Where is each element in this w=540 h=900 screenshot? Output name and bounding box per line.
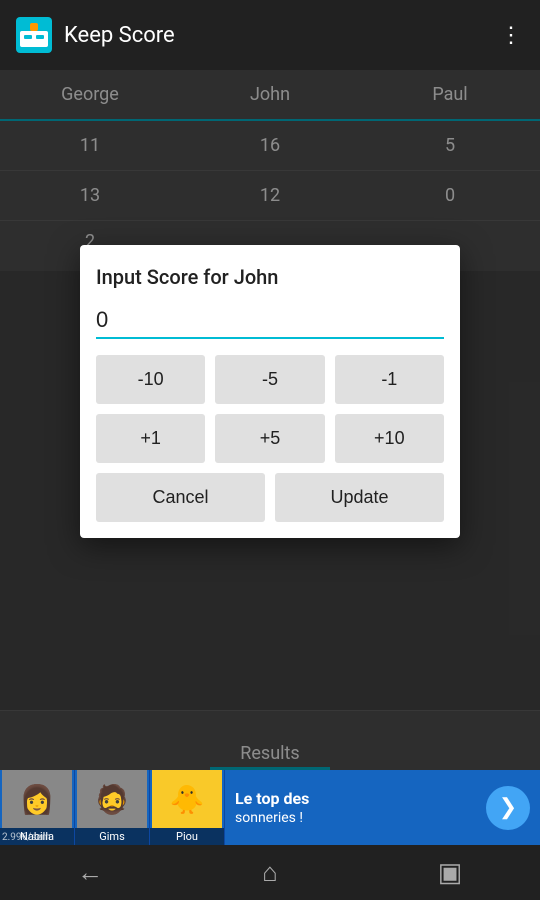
ad-price-text: 2.99€/sem (2, 832, 50, 843)
piou-face-icon: 🐥 (152, 770, 222, 828)
minus-1-button[interactable]: -1 (335, 355, 444, 404)
gims-label: Gims (75, 828, 149, 845)
ad-sub-text: sonneries ! (235, 810, 476, 826)
update-button[interactable]: Update (275, 473, 444, 522)
cancel-button[interactable]: Cancel (96, 473, 265, 522)
app-title: Keep Score (64, 23, 175, 48)
ad-arrow-button[interactable]: ❯ (486, 786, 530, 830)
ad-main-text: Le top des (235, 789, 476, 810)
gims-face-icon: 🧔 (77, 770, 147, 828)
score-input[interactable] (96, 303, 444, 339)
ad-arrow-icon: ❯ (499, 795, 517, 820)
increment-buttons-row: +1 +5 +10 (96, 414, 444, 463)
app-bar: Keep Score ⋮ (0, 0, 540, 70)
minus-10-button[interactable]: -10 (96, 355, 205, 404)
ad-thumb-piou: 🐥 Piou (150, 770, 225, 845)
dialog-title: Input Score for John (96, 265, 444, 289)
dialog-actions: Cancel Update (96, 473, 444, 522)
piou-label: Piou (150, 828, 224, 845)
input-score-dialog: Input Score for John -10 -5 -1 +1 +5 +10… (80, 245, 460, 538)
back-button[interactable]: ← (60, 853, 120, 893)
overflow-menu-icon[interactable]: ⋮ (500, 23, 524, 48)
app-bar-left: Keep Score (16, 17, 175, 53)
ad-thumb-gims: 🧔 Gims (75, 770, 150, 845)
plus-5-button[interactable]: +5 (215, 414, 324, 463)
recents-button[interactable]: ▣ (420, 853, 480, 893)
decrement-buttons-row: -10 -5 -1 (96, 355, 444, 404)
plus-10-button[interactable]: +10 (335, 414, 444, 463)
ad-banner[interactable]: 👩 Nabilla 🧔 Gims 🐥 Piou Le top des sonne… (0, 770, 540, 845)
nabilla-face-icon: 👩 (2, 770, 72, 828)
minus-5-button[interactable]: -5 (215, 355, 324, 404)
home-button[interactable]: ⌂ (240, 853, 300, 893)
app-logo-icon (16, 17, 52, 53)
plus-1-button[interactable]: +1 (96, 414, 205, 463)
ad-text: Le top des sonneries ! (225, 789, 486, 826)
bottom-nav: ← ⌂ ▣ (0, 845, 540, 900)
